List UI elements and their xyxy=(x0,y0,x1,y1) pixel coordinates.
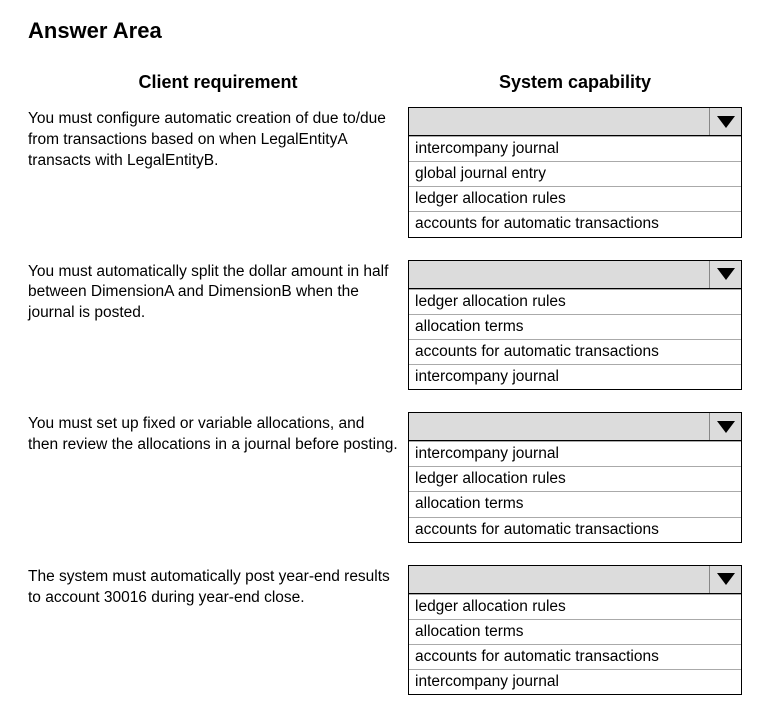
dropdown[interactable]: intercompany journal global journal entr… xyxy=(408,107,742,238)
dropdown-option[interactable]: accounts for automatic transactions xyxy=(409,517,741,542)
dropdown-option[interactable]: allocation terms xyxy=(409,619,741,644)
chevron-down-icon xyxy=(717,116,735,128)
match-row: You must automatically split the dollar … xyxy=(28,260,742,391)
chevron-down-icon xyxy=(717,421,735,433)
requirement-text: You must automatically split the dollar … xyxy=(28,260,408,391)
dropdown-option[interactable]: ledger allocation rules xyxy=(409,466,741,491)
dropdown-option[interactable]: intercompany journal xyxy=(409,364,741,389)
dropdown-option[interactable]: accounts for automatic transactions xyxy=(409,644,741,669)
header-client-requirement: Client requirement xyxy=(28,72,408,93)
dropdown-option[interactable]: global journal entry xyxy=(409,161,741,186)
dropdown-option[interactable]: ledger allocation rules xyxy=(409,594,741,619)
chevron-down-icon xyxy=(717,268,735,280)
capability-cell: intercompany journal ledger allocation r… xyxy=(408,412,742,543)
dropdown-option[interactable]: ledger allocation rules xyxy=(409,186,741,211)
column-headers: Client requirement System capability xyxy=(28,72,742,93)
dropdown-option[interactable]: accounts for automatic transactions xyxy=(409,339,741,364)
capability-cell: ledger allocation rules allocation terms… xyxy=(408,260,742,391)
dropdown-option[interactable]: ledger allocation rules xyxy=(409,289,741,314)
dropdown-option[interactable]: intercompany journal xyxy=(409,441,741,466)
capability-cell: ledger allocation rules allocation terms… xyxy=(408,565,742,696)
dropdown-header[interactable] xyxy=(409,566,741,594)
dropdown-header[interactable] xyxy=(409,108,741,136)
dropdown-toggle[interactable] xyxy=(709,108,741,135)
dropdown-option[interactable]: accounts for automatic transactions xyxy=(409,211,741,236)
dropdown[interactable]: intercompany journal ledger allocation r… xyxy=(408,412,742,543)
dropdown[interactable]: ledger allocation rules allocation terms… xyxy=(408,565,742,696)
dropdown-header[interactable] xyxy=(409,413,741,441)
dropdown-toggle[interactable] xyxy=(709,413,741,440)
page-title: Answer Area xyxy=(28,18,742,44)
match-row: You must set up fixed or variable alloca… xyxy=(28,412,742,543)
dropdown[interactable]: ledger allocation rules allocation terms… xyxy=(408,260,742,391)
capability-cell: intercompany journal global journal entr… xyxy=(408,107,742,238)
chevron-down-icon xyxy=(717,573,735,585)
requirement-text: You must configure automatic creation of… xyxy=(28,107,408,238)
dropdown-option[interactable]: allocation terms xyxy=(409,491,741,516)
match-row: The system must automatically post year-… xyxy=(28,565,742,696)
requirement-text: You must set up fixed or variable alloca… xyxy=(28,412,408,543)
requirement-text: The system must automatically post year-… xyxy=(28,565,408,696)
dropdown-toggle[interactable] xyxy=(709,566,741,593)
header-system-capability: System capability xyxy=(408,72,742,93)
dropdown-option[interactable]: allocation terms xyxy=(409,314,741,339)
dropdown-option[interactable]: intercompany journal xyxy=(409,136,741,161)
match-row: You must configure automatic creation of… xyxy=(28,107,742,238)
dropdown-header[interactable] xyxy=(409,261,741,289)
dropdown-toggle[interactable] xyxy=(709,261,741,288)
dropdown-option[interactable]: intercompany journal xyxy=(409,669,741,694)
